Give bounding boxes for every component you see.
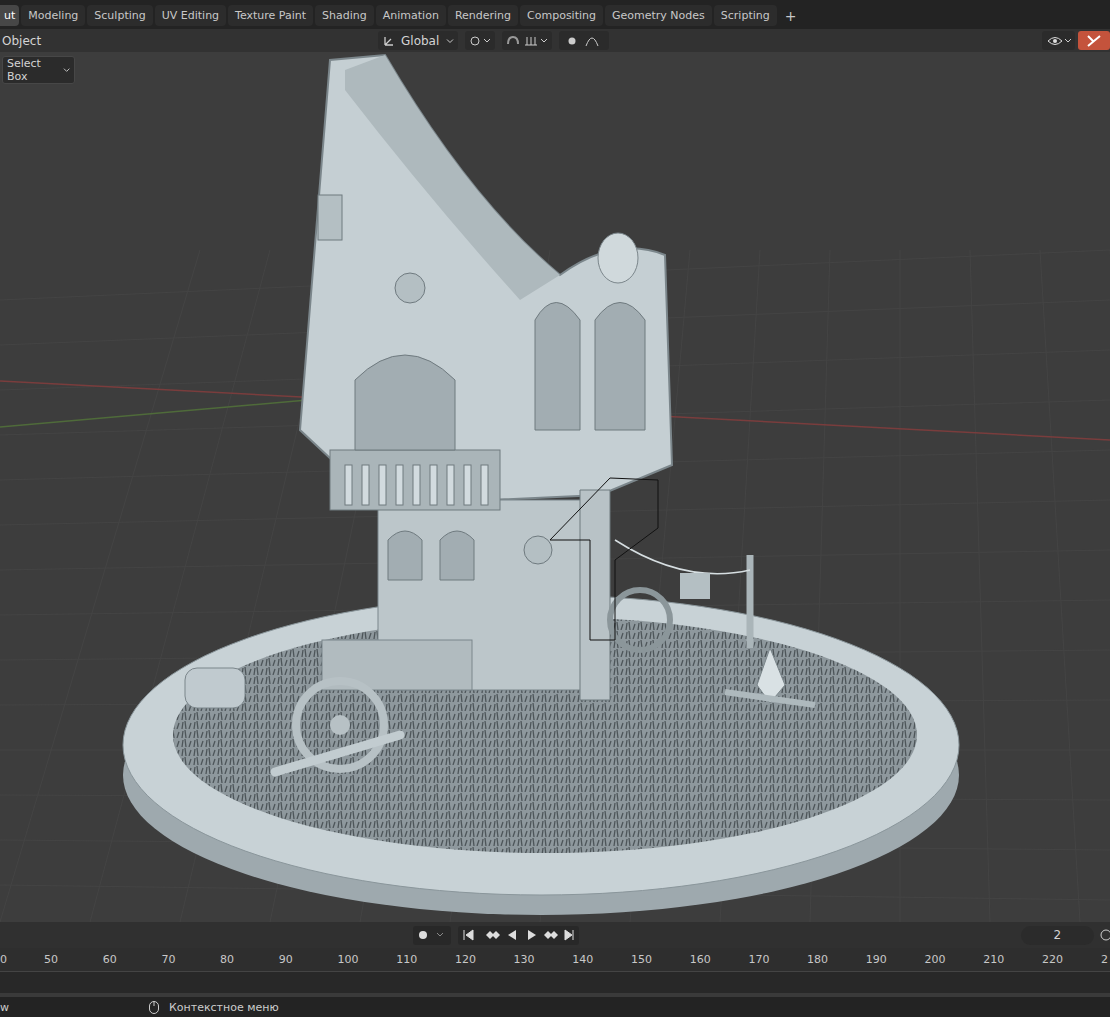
- status-bar: w Контекстное меню: [0, 997, 1110, 1017]
- orientation-dropdown[interactable]: Global: [378, 31, 458, 50]
- workspace-tab[interactable]: Scripting: [714, 5, 777, 26]
- timeline-ruler[interactable]: 0 50 60 70 80 90 100 110 120 130 140 150 160 170 180 19…: [0, 948, 1110, 972]
- workspace-tab[interactable]: Texture Paint: [228, 5, 313, 26]
- timeline-header: 2: [0, 922, 1110, 948]
- chevron-icon: [446, 37, 454, 45]
- status-text: w: [0, 1001, 148, 1014]
- ruler-label: 140: [572, 953, 593, 966]
- ruler-label: 70: [161, 953, 175, 966]
- ruler-label: 120: [455, 953, 476, 966]
- proportional-button[interactable]: [559, 31, 609, 50]
- ruler-label: 60: [103, 953, 117, 966]
- axes-icon: [382, 34, 396, 48]
- timeline-body[interactable]: [0, 972, 1110, 997]
- mouse-icon: [148, 1000, 160, 1015]
- workspace-tab[interactable]: UV Editing: [155, 5, 226, 26]
- ruler-label: 2: [1101, 953, 1108, 966]
- snap-button[interactable]: [502, 31, 552, 50]
- ruler-label: 110: [396, 953, 417, 966]
- pivot-icon: [469, 34, 491, 48]
- gizmo-button[interactable]: [1078, 31, 1110, 50]
- ruler-label: 100: [338, 953, 359, 966]
- ruler-label: 130: [514, 953, 535, 966]
- workspace-tab[interactable]: Geometry Nodes: [605, 5, 712, 26]
- workspace-tabbar: utModelingSculptingUV EditingTexture Pai…: [0, 0, 1110, 29]
- ruler-label: 150: [631, 953, 652, 966]
- workspace-tab[interactable]: Sculpting: [87, 5, 152, 26]
- workspace-tab[interactable]: Animation: [376, 5, 446, 26]
- ruler-label: 210: [983, 953, 1004, 966]
- playback-icons[interactable]: [458, 926, 578, 944]
- 3d-viewport[interactable]: Object Global Select Box: [0, 29, 1110, 922]
- workspace-tab[interactable]: Rendering: [448, 5, 518, 26]
- gizmo-icon: [1085, 33, 1103, 49]
- snap-icon: [505, 34, 549, 48]
- ruler-label: 160: [690, 953, 711, 966]
- record-icon: [413, 926, 449, 944]
- record-button[interactable]: [413, 926, 451, 945]
- workspace-tab[interactable]: ut: [0, 5, 19, 26]
- mode-label[interactable]: Object: [0, 34, 378, 48]
- workspace-tab[interactable]: Shading: [315, 5, 374, 26]
- pivot-button[interactable]: [465, 31, 495, 50]
- workspace-tab[interactable]: Modeling: [21, 5, 85, 26]
- select-box-tool[interactable]: Select Box: [2, 56, 75, 84]
- playback-controls: [458, 926, 579, 945]
- ruler-label: 220: [1042, 953, 1063, 966]
- clock-button[interactable]: [1098, 928, 1110, 942]
- viewport-header: Object Global: [0, 29, 1110, 52]
- proportional-icon: [562, 34, 606, 48]
- visibility-button[interactable]: [1042, 31, 1075, 50]
- workspace-tab[interactable]: Compositing: [520, 5, 603, 26]
- status-hint: Контекстное меню: [169, 1001, 279, 1014]
- ruler-label: 50: [44, 953, 58, 966]
- ruler-label: 200: [925, 953, 946, 966]
- ruler-label: 80: [220, 953, 234, 966]
- ruler-label: 190: [866, 953, 887, 966]
- ruler-label: 0: [0, 953, 7, 966]
- ruler-label: 180: [807, 953, 828, 966]
- eye-icon: [1046, 34, 1072, 48]
- current-frame-field[interactable]: 2: [1021, 926, 1094, 945]
- ruler-label: 90: [279, 953, 293, 966]
- y-axis-line: [0, 398, 330, 427]
- selection-bounds: [550, 478, 658, 640]
- ruler-label: 170: [748, 953, 769, 966]
- scene-render: [0, 29, 1110, 922]
- add-workspace-button[interactable]: +: [779, 5, 803, 26]
- chevron-icon: [63, 66, 70, 74]
- blender-window: utModelingSculptingUV EditingTexture Pai…: [0, 0, 1110, 1017]
- clock-icon: [1098, 928, 1110, 942]
